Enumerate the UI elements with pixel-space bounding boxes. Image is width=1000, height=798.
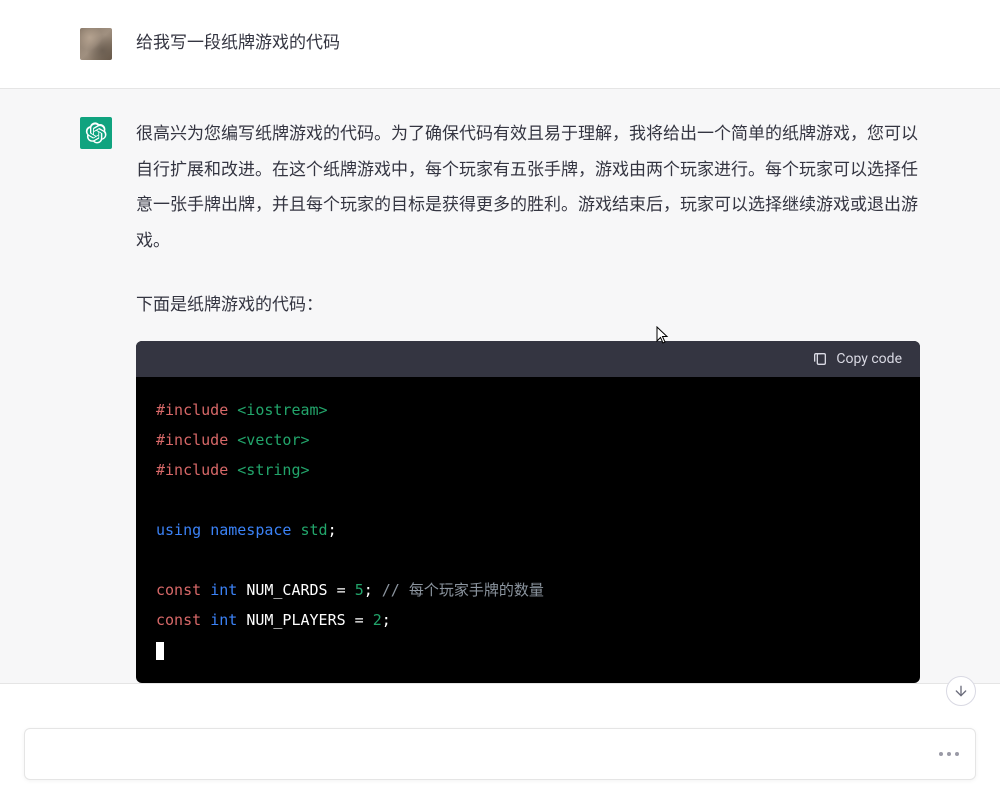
user-message: 给我写一段纸牌游戏的代码	[0, 0, 1000, 88]
user-message-text: 给我写一段纸牌游戏的代码	[136, 28, 340, 57]
assistant-message: 很高兴为您编写纸牌游戏的代码。为了确保代码有效且易于理解，我将给出一个简单的纸牌…	[0, 88, 1000, 684]
user-avatar	[80, 28, 112, 60]
openai-logo-icon	[85, 122, 107, 144]
copy-code-label: Copy code	[836, 351, 902, 367]
assistant-paragraph: 很高兴为您编写纸牌游戏的代码。为了确保代码有效且易于理解，我将给出一个简单的纸牌…	[136, 117, 920, 260]
code-block: Copy code #include <iostream> #include <…	[136, 341, 920, 683]
assistant-avatar	[80, 117, 112, 149]
chat-input-bar	[24, 728, 976, 780]
arrow-down-icon	[953, 683, 969, 699]
assistant-content: 很高兴为您编写纸牌游戏的代码。为了确保代码有效且易于理解，我将给出一个简单的纸牌…	[136, 117, 920, 683]
scroll-to-bottom-button[interactable]	[946, 676, 976, 706]
copy-code-button[interactable]: Copy code	[812, 351, 902, 367]
assistant-paragraph: 下面是纸牌游戏的代码：	[136, 288, 920, 324]
code-header: Copy code	[136, 341, 920, 377]
code-content: #include <iostream> #include <vector> #i…	[136, 377, 920, 683]
chat-input[interactable]	[41, 745, 939, 764]
typing-cursor	[156, 642, 164, 660]
loading-indicator-icon	[939, 752, 959, 756]
clipboard-icon	[812, 351, 828, 367]
